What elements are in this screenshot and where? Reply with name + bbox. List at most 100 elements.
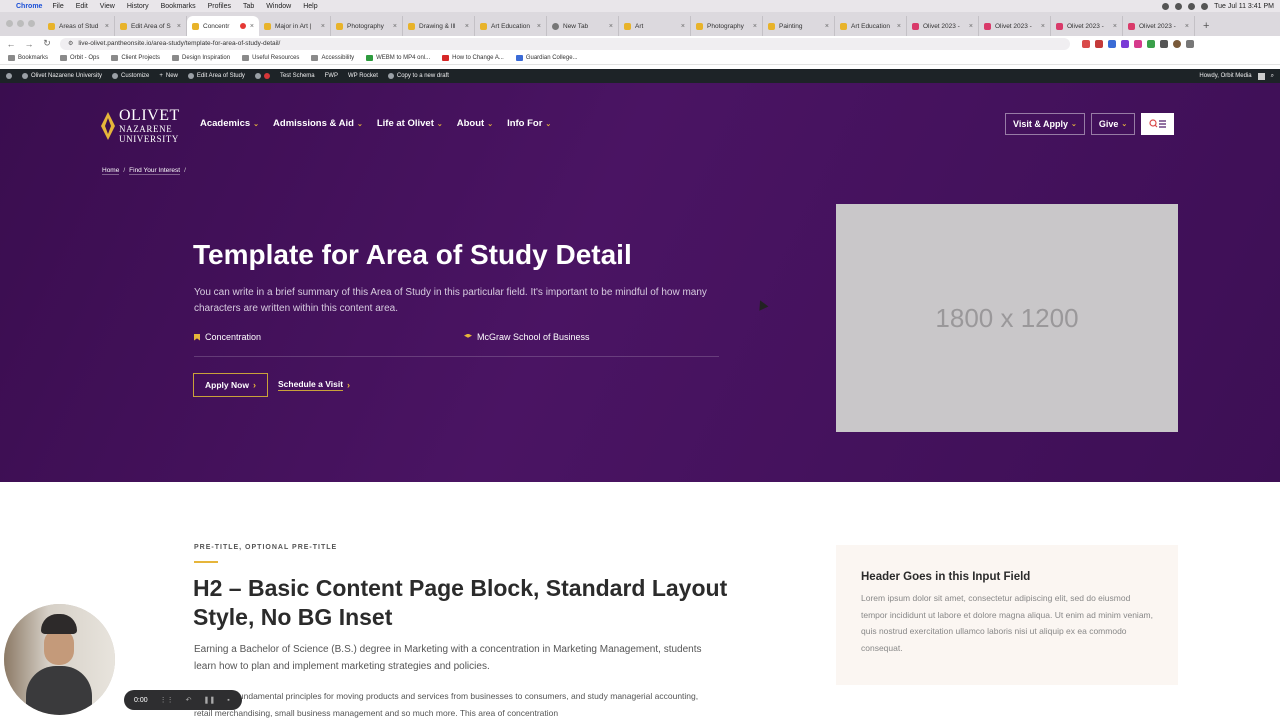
close-tab-icon[interactable]: × — [177, 23, 181, 30]
bookmark-item[interactable]: Useful Resources — [242, 54, 299, 61]
browser-tab[interactable]: New Tab × — [547, 16, 619, 36]
menu-window[interactable]: Window — [266, 3, 291, 10]
extension-icon[interactable] — [1082, 39, 1090, 48]
battery-icon[interactable] — [1201, 2, 1209, 10]
zoom-window-icon[interactable] — [28, 20, 35, 27]
extension-icon[interactable] — [1095, 39, 1103, 48]
wp-copy-draft[interactable]: Copy to a new draft — [387, 73, 449, 79]
browser-tab-active[interactable]: Concentr × — [187, 16, 259, 36]
wp-fwp[interactable]: FWP — [325, 73, 338, 79]
give-button[interactable]: Give ⌄ — [1090, 113, 1136, 135]
browser-tab[interactable]: Olivet 2023 - × — [979, 16, 1051, 36]
nav-admissions[interactable]: Admissions & Aid ⌄ — [273, 118, 363, 129]
browser-tab[interactable]: Olivet 2023 - × — [1051, 16, 1123, 36]
status-icon[interactable] — [1175, 2, 1183, 10]
bookmark-item[interactable]: Design Inspiration — [172, 54, 230, 61]
browser-tab[interactable]: Art × — [619, 16, 691, 36]
minimize-window-icon[interactable] — [17, 20, 24, 27]
browser-tab[interactable]: Photography × — [691, 16, 763, 36]
site-logo[interactable]: OLIVET NAZARENE UNIVERSITY — [101, 108, 180, 144]
browser-tab[interactable]: Painting × — [763, 16, 835, 36]
back-icon[interactable]: ← — [6, 39, 16, 49]
nav-academics[interactable]: Academics ⌄ — [200, 118, 259, 129]
extension-icon[interactable] — [1121, 39, 1129, 48]
breadcrumb-home[interactable]: Home — [102, 167, 120, 175]
menu-profiles[interactable]: Profiles — [208, 3, 231, 10]
trash-icon[interactable]: ▪ — [227, 697, 229, 704]
browser-tab[interactable]: Photography × — [331, 16, 403, 36]
wp-customize[interactable]: Customize — [112, 73, 149, 79]
browser-tab[interactable]: Edit Area of S × — [115, 16, 187, 36]
bookmark-item[interactable]: Accessibility — [311, 54, 354, 61]
apply-now-button[interactable]: Apply Now › — [193, 373, 268, 397]
bookmark-item[interactable]: Bookmarks — [8, 54, 48, 61]
menu-bookmarks[interactable]: Bookmarks — [161, 3, 196, 10]
app-menu-chrome[interactable]: Chrome — [16, 3, 42, 10]
wp-site-name[interactable]: Olivet Nazarene University — [22, 73, 102, 79]
close-tab-icon[interactable]: × — [969, 23, 973, 30]
site-info-icon[interactable]: ⚙ — [68, 40, 73, 47]
webcam-overlay[interactable] — [4, 604, 115, 715]
menu-edit[interactable]: Edit — [76, 3, 88, 10]
close-tab-icon[interactable]: × — [465, 23, 469, 30]
close-window-icon[interactable] — [6, 20, 13, 27]
close-tab-icon[interactable]: × — [825, 23, 829, 30]
menu-tab[interactable]: Tab — [243, 3, 254, 10]
close-tab-icon[interactable]: × — [321, 23, 325, 30]
browser-tab[interactable]: Art Education × — [835, 16, 907, 36]
visit-apply-button[interactable]: Visit & Apply ⌄ — [1005, 113, 1085, 135]
extension-icon[interactable] — [1108, 39, 1116, 48]
close-tab-icon[interactable]: × — [1041, 23, 1045, 30]
bookmark-item[interactable]: WEBM to MP4 onl... — [366, 54, 430, 61]
browser-tab[interactable]: Drawing & Ill × — [403, 16, 475, 36]
search-menu-button[interactable] — [1141, 113, 1175, 135]
nav-life[interactable]: Life at Olivet ⌄ — [377, 118, 443, 129]
close-tab-icon[interactable]: × — [753, 23, 757, 30]
menu-help[interactable]: Help — [303, 3, 317, 10]
search-icon[interactable]: ⌕ — [1271, 73, 1274, 80]
close-tab-icon[interactable]: × — [250, 23, 254, 30]
close-tab-icon[interactable]: × — [1113, 23, 1117, 30]
nav-about[interactable]: About ⌄ — [457, 118, 493, 129]
undo-icon[interactable]: ↶ — [186, 696, 192, 704]
more-menu-icon[interactable] — [1186, 39, 1194, 48]
browser-tab[interactable]: Major in Art | × — [259, 16, 331, 36]
close-tab-icon[interactable]: × — [105, 23, 109, 30]
bookmark-item[interactable]: How to Change A... — [442, 54, 504, 61]
close-tab-icon[interactable]: × — [393, 23, 397, 30]
wifi-icon[interactable] — [1188, 2, 1196, 10]
wp-yoast[interactable] — [254, 73, 270, 79]
close-tab-icon[interactable]: × — [897, 23, 901, 30]
menu-history[interactable]: History — [127, 3, 149, 10]
extensions-icon[interactable] — [1160, 39, 1168, 48]
extension-icon[interactable] — [1134, 39, 1142, 48]
menu-view[interactable]: View — [100, 3, 115, 10]
bookmark-item[interactable]: Client Projects — [111, 54, 160, 61]
browser-tab[interactable]: Art Education × — [475, 16, 547, 36]
wp-test-schema[interactable]: Test Schema — [280, 73, 315, 79]
reload-icon[interactable]: ↻ — [42, 38, 52, 49]
bookmark-item[interactable]: Guardian College... — [515, 54, 578, 61]
nav-info-for[interactable]: Info For ⌄ — [507, 118, 551, 129]
close-tab-icon[interactable]: × — [537, 23, 541, 30]
wp-new[interactable]: + New — [159, 73, 178, 79]
grid-icon[interactable]: ⋮⋮ — [160, 696, 174, 704]
close-tab-icon[interactable]: × — [1185, 23, 1189, 30]
pause-icon[interactable]: ❚❚ — [204, 696, 216, 704]
wp-logo-item[interactable] — [6, 73, 12, 79]
bookmark-item[interactable]: Orbit - Ops — [60, 54, 99, 61]
wp-account[interactable]: Howdy, Orbit Media ⌕ — [1199, 72, 1274, 80]
extension-icon[interactable] — [1147, 39, 1155, 48]
forward-icon[interactable]: → — [24, 39, 34, 49]
browser-tab[interactable]: Olivet 2023 - × — [907, 16, 979, 36]
close-tab-icon[interactable]: × — [609, 23, 613, 30]
url-field[interactable]: ⚙ live-olivet.pantheonsite.io/area-study… — [60, 37, 1070, 50]
status-icon[interactable] — [1162, 2, 1170, 10]
wp-rocket[interactable]: WP Rocket — [348, 73, 378, 79]
schedule-visit-link[interactable]: Schedule a Visit › — [278, 373, 350, 397]
profile-avatar-icon[interactable] — [1173, 39, 1181, 48]
menu-file[interactable]: File — [52, 3, 63, 10]
new-tab-icon[interactable]: + — [1203, 20, 1209, 32]
browser-tab[interactable]: Olivet 2023 - × — [1123, 16, 1195, 36]
breadcrumb-find-interest[interactable]: Find Your Interest — [129, 167, 181, 175]
